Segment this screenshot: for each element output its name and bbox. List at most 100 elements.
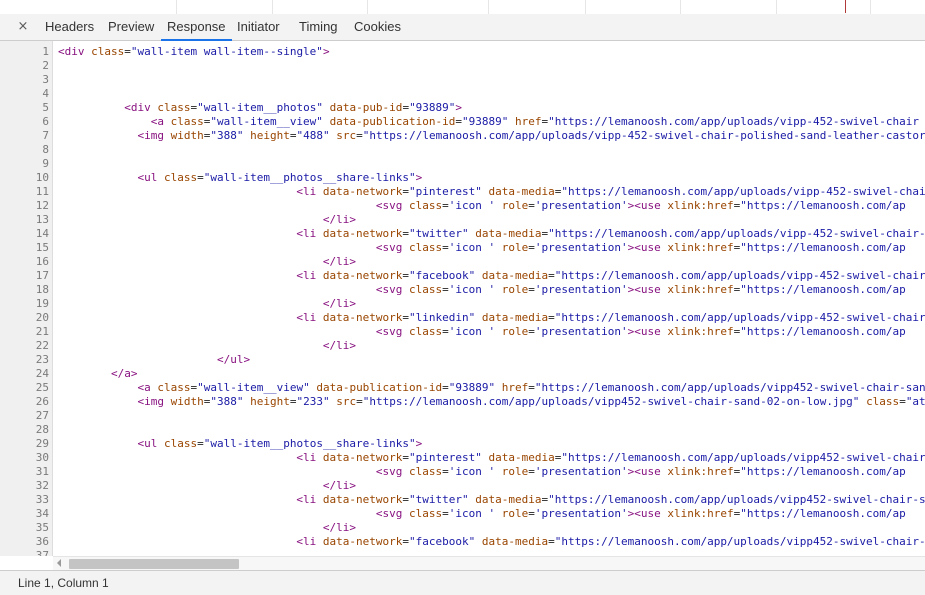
code-line: 15 <svg class='icon ' role='presentation… (0, 241, 925, 255)
code-lines: 1 <div class="wall-item wall-item--single… (0, 45, 925, 556)
line-number: 22 (35, 339, 49, 352)
code-line: 33 <li data-network="twitter" data-media… (0, 493, 925, 507)
code-text: <a class="wall-item__view" data-publicat… (137, 381, 925, 394)
code-line: 31 <svg class='icon ' role='presentation… (0, 465, 925, 479)
code-text: <img width="388" height="233" src="https… (137, 395, 925, 408)
code-line: 24 </a> (0, 367, 925, 381)
code-text: </li> (322, 297, 357, 310)
code-line: 11 <li data-network="pinterest" data-med… (0, 185, 925, 199)
line-number: 9 (42, 157, 49, 170)
line-number: 25 (35, 381, 49, 394)
line-number: 11 (35, 185, 49, 198)
line-number: 10 (35, 171, 49, 184)
tab-cookies[interactable]: Cookies (354, 14, 401, 40)
code-line: 3 (0, 73, 925, 87)
code-line: 10 <ul class="wall-item__photos__share-l… (0, 171, 925, 185)
line-number: 16 (35, 255, 49, 268)
code-line: 6 <a class="wall-item__view" data-public… (0, 115, 925, 129)
code-text: <li data-network="twitter" data-media="h… (296, 227, 925, 240)
code-text: <img width="388" height="488" src="https… (137, 129, 925, 142)
scrollbar-thumb[interactable] (69, 559, 239, 569)
tab-preview[interactable]: Preview (108, 14, 154, 40)
code-line: 21 <svg class='icon ' role='presentation… (0, 325, 925, 339)
tab-response[interactable]: Response (161, 14, 232, 41)
line-number: 30 (35, 451, 49, 464)
code-line: 36 <li data-network="facebook" data-medi… (0, 535, 925, 549)
line-number: 15 (35, 241, 49, 254)
response-code-viewer[interactable]: 1 <div class="wall-item wall-item--single… (0, 41, 925, 556)
code-line: 16 </li> (0, 255, 925, 269)
code-text: <svg class='icon ' role='presentation'><… (375, 241, 906, 254)
code-line: 18 <svg class='icon ' role='presentation… (0, 283, 925, 297)
code-text: </li> (322, 339, 357, 352)
line-number: 36 (35, 535, 49, 548)
code-text: </li> (322, 521, 357, 534)
strip-divider (488, 0, 489, 14)
code-line: 19 </li> (0, 297, 925, 311)
line-number: 29 (35, 437, 49, 450)
line-number: 37 (35, 549, 49, 556)
code-line: 25 <a class="wall-item__view" data-publi… (0, 381, 925, 395)
line-number: 26 (35, 395, 49, 408)
line-number: 27 (35, 409, 49, 422)
code-text: <svg class='icon ' role='presentation'><… (375, 325, 906, 338)
status-bar: Line 1, Column 1 (0, 570, 925, 595)
line-number: 28 (35, 423, 49, 436)
line-number: 1 (42, 45, 49, 58)
code-line: 13 </li> (0, 213, 925, 227)
code-line: 26 <img width="388" height="233" src="ht… (0, 395, 925, 409)
line-number: 24 (35, 367, 49, 380)
code-line: 35 </li> (0, 521, 925, 535)
line-number: 23 (35, 353, 49, 366)
code-text: <li data-network="twitter" data-media="h… (296, 493, 925, 506)
code-text: <li data-network="pinterest" data-media=… (296, 451, 925, 464)
line-number: 14 (35, 227, 49, 240)
line-number: 4 (42, 87, 49, 100)
strip-divider (680, 0, 681, 14)
code-text: <a class="wall-item__view" data-publicat… (150, 115, 920, 128)
line-number: 21 (35, 325, 49, 338)
code-line: 17 <li data-network="facebook" data-medi… (0, 269, 925, 283)
code-line: 20 <li data-network="linkedin" data-medi… (0, 311, 925, 325)
line-number: 34 (35, 507, 49, 520)
tab-headers[interactable]: Headers (45, 14, 94, 40)
cursor-position: Line 1, Column 1 (18, 576, 109, 590)
horizontal-scrollbar[interactable] (53, 556, 925, 570)
code-line: 28 (0, 423, 925, 437)
code-text: <div class="wall-item wall-item--single"… (58, 45, 330, 58)
code-line: 8 (0, 143, 925, 157)
line-number: 13 (35, 213, 49, 226)
code-line: 1 <div class="wall-item wall-item--single… (0, 45, 925, 59)
line-number: 31 (35, 465, 49, 478)
code-text: </li> (322, 213, 357, 226)
line-number: 8 (42, 143, 49, 156)
code-line: 30 <li data-network="pinterest" data-med… (0, 451, 925, 465)
strip-divider (776, 0, 777, 14)
code-text: <li data-network="facebook" data-media="… (296, 535, 925, 548)
code-text: <svg class='icon ' role='presentation'><… (375, 283, 906, 296)
code-text: <ul class="wall-item__photos__share-link… (137, 171, 423, 184)
tab-timing[interactable]: Timing (299, 14, 338, 40)
code-text: <li data-network="pinterest" data-media=… (296, 185, 925, 198)
line-number: 35 (35, 521, 49, 534)
line-number: 7 (42, 129, 49, 142)
code-line: 34 <svg class='icon ' role='presentation… (0, 507, 925, 521)
line-number: 19 (35, 297, 49, 310)
timeline-marker (845, 0, 846, 13)
code-text: <svg class='icon ' role='presentation'><… (375, 465, 906, 478)
scroll-left-arrow-icon[interactable] (57, 559, 61, 567)
detail-tab-bar: × Headers Preview Response Initiator Tim… (0, 14, 925, 41)
code-line: 4 (0, 87, 925, 101)
code-line: 23 </ul> (0, 353, 925, 367)
strip-divider (176, 0, 177, 14)
code-line: 22 </li> (0, 339, 925, 353)
code-line: 2 (0, 59, 925, 73)
strip-divider (272, 0, 273, 14)
tab-initiator[interactable]: Initiator (237, 14, 280, 40)
code-line: 12 <svg class='icon ' role='presentation… (0, 199, 925, 213)
strip-divider (870, 0, 871, 14)
line-number: 5 (42, 101, 49, 114)
close-icon[interactable]: × (14, 19, 32, 35)
line-number: 20 (35, 311, 49, 324)
code-line: 29 <ul class="wall-item__photos__share-l… (0, 437, 925, 451)
